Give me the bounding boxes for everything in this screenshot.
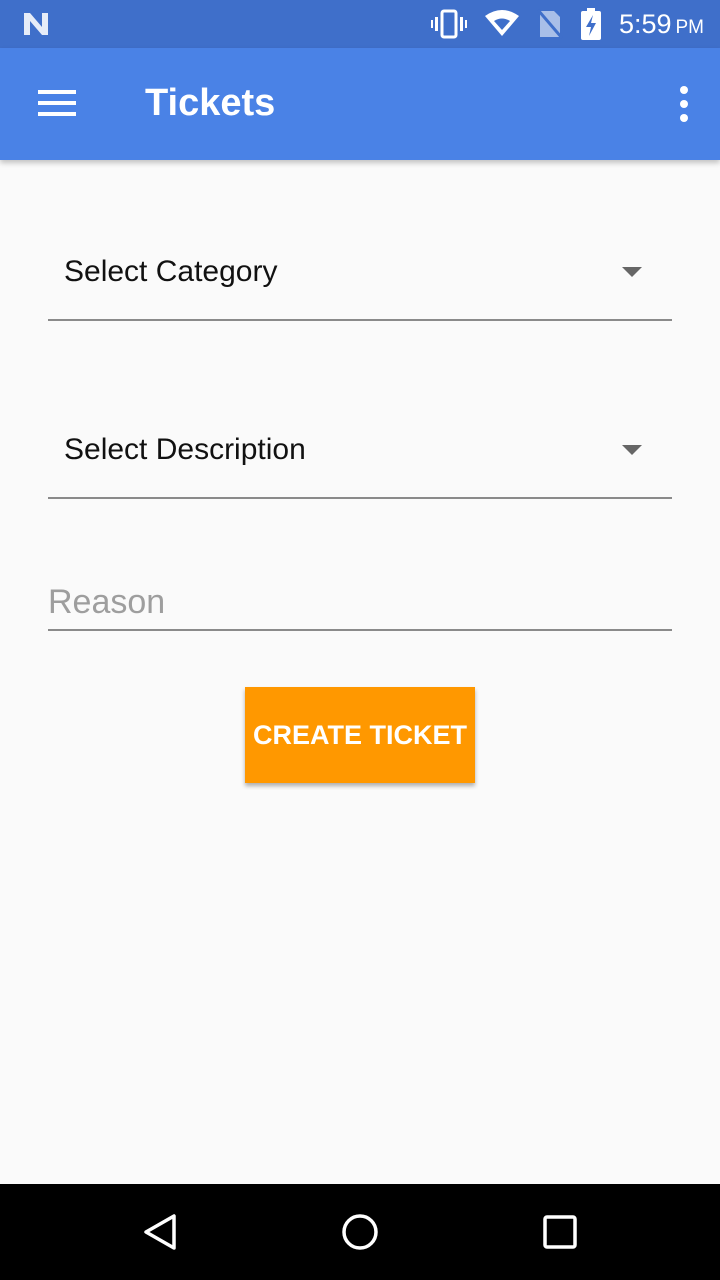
- menu-icon[interactable]: [30, 84, 82, 124]
- recents-icon[interactable]: [540, 1212, 580, 1252]
- create-ticket-button[interactable]: CREATE TICKET: [245, 687, 475, 783]
- category-spinner[interactable]: Select Category: [48, 241, 672, 321]
- notification-n-icon: [22, 11, 50, 42]
- back-icon[interactable]: [140, 1212, 180, 1252]
- status-bar: 5:59 PM: [0, 0, 720, 48]
- description-spinner-label: Select Description: [64, 433, 306, 466]
- dropdown-arrow-icon: [622, 445, 642, 455]
- overflow-menu-icon[interactable]: [676, 84, 692, 124]
- status-time: 5:59 PM: [619, 9, 704, 40]
- battery-charging-icon: [580, 8, 601, 40]
- home-icon[interactable]: [340, 1212, 380, 1252]
- category-spinner-label: Select Category: [64, 255, 278, 288]
- no-sim-icon: [536, 9, 563, 39]
- vibrate-icon: [430, 9, 467, 39]
- dropdown-arrow-icon: [622, 267, 642, 277]
- app-bar: Tickets: [0, 48, 720, 160]
- ampm-text: PM: [675, 16, 705, 38]
- wifi-icon: [484, 10, 519, 38]
- reason-input[interactable]: [48, 576, 672, 631]
- description-spinner[interactable]: Select Description: [48, 419, 672, 499]
- page-title: Tickets: [145, 82, 276, 124]
- time-text: 5:59: [618, 8, 672, 39]
- navigation-bar: [0, 1184, 720, 1280]
